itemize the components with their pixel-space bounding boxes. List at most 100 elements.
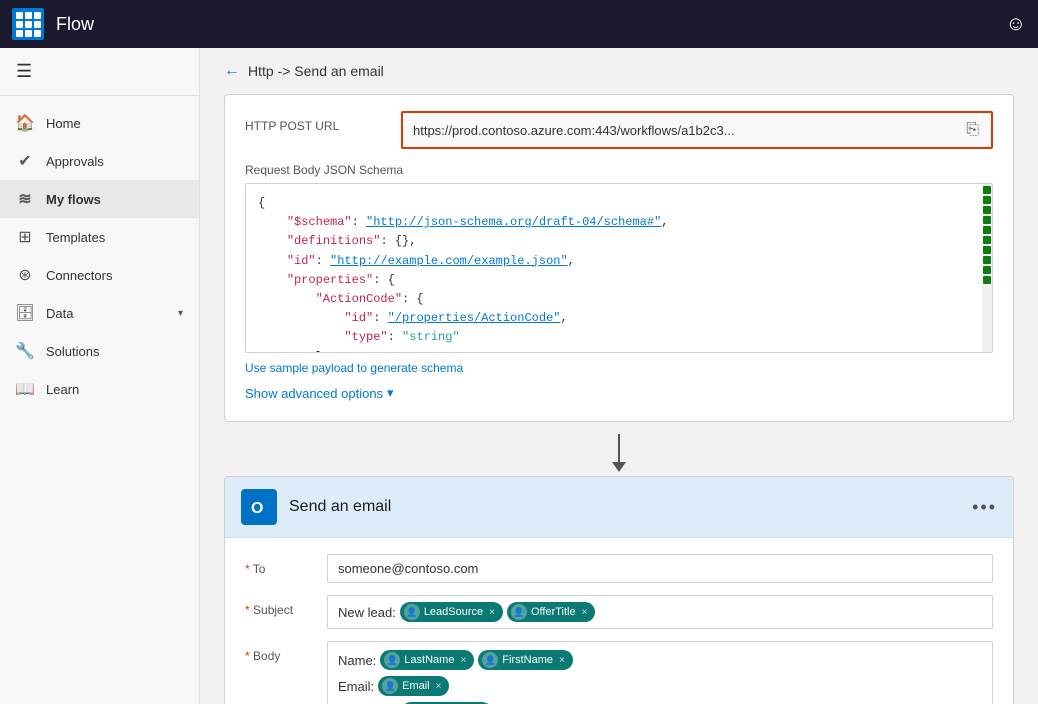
home-icon: 🏠 [16, 114, 34, 132]
connectors-icon: ⊛ [16, 266, 34, 284]
sidebar-label-solutions: Solutions [46, 344, 99, 359]
breadcrumb: Http -> Send an email [248, 63, 384, 79]
json-line-6: "ActionCode": { [258, 290, 966, 309]
feedback-icon[interactable]: ☺ [1006, 13, 1026, 36]
firstname-tag-label: FirstName [502, 654, 553, 666]
subject-field-row: * Subject New lead: 👤 LeadSource × 👤 [245, 595, 993, 629]
email-remove-button[interactable]: × [436, 681, 442, 692]
offertitle-tag-label: OfferTitle [531, 606, 576, 618]
top-nav: Flow ☺ [0, 0, 1038, 48]
to-required-marker: * [245, 562, 253, 576]
email-action-card: O Send an email ••• * To [224, 476, 1014, 704]
sidebar-item-my-flows[interactable]: ≋ My flows [0, 180, 199, 218]
main-content: ← Http -> Send an email HTTP POST URL ht… [200, 48, 1038, 704]
email-more-button[interactable]: ••• [972, 497, 997, 518]
sidebar-item-data[interactable]: 🗄 Data ▾ [0, 294, 199, 332]
json-line-1: { [258, 194, 966, 213]
body-label: * Body [245, 641, 315, 663]
json-content: { "$schema": "http://json-schema.org/dra… [258, 194, 980, 353]
http-chevron-down-icon: ▾ [387, 385, 394, 401]
copy-url-button[interactable]: ⎘ [964, 119, 981, 141]
url-box: https://prod.contoso.azure.com:443/workf… [401, 111, 993, 149]
lastname-tag-label: LastName [404, 654, 454, 666]
leadsource-tag-icon: 👤 [404, 604, 420, 620]
to-input[interactable] [327, 554, 993, 583]
body-tag-email: 👤 Email × [378, 676, 449, 696]
subject-tag-leadsource: 👤 LeadSource × [400, 602, 503, 622]
sidebar-label-data: Data [46, 306, 73, 321]
sidebar-item-learn[interactable]: 📖 Learn [0, 370, 199, 408]
http-show-advanced[interactable]: Show advanced options ▾ [245, 385, 993, 401]
to-field-row: * To [245, 554, 993, 583]
sidebar-item-solutions[interactable]: 🔧 Solutions [0, 332, 199, 370]
lastname-tag-icon: 👤 [384, 652, 400, 668]
waffle-icon [16, 12, 41, 37]
body-tag-lastname: 👤 LastName × [380, 650, 474, 670]
approvals-icon: ✔ [16, 152, 34, 170]
breadcrumb-bar: ← Http -> Send an email [200, 48, 1038, 94]
learn-icon: 📖 [16, 380, 34, 398]
data-icon: 🗄 [16, 304, 34, 322]
email-tag-icon: 👤 [382, 678, 398, 694]
templates-icon: ⊞ [16, 228, 34, 246]
my-flows-icon: ≋ [16, 190, 34, 208]
leadsource-remove-button[interactable]: × [489, 607, 495, 618]
sidebar-item-templates[interactable]: ⊞ Templates [0, 218, 199, 256]
json-line-8: "type": "string" [258, 328, 966, 347]
http-show-advanced-label: Show advanced options [245, 386, 383, 401]
json-line-3: "definitions": {}, [258, 232, 966, 251]
body-name-prefix: Name: [338, 653, 376, 668]
subject-input[interactable]: New lead: 👤 LeadSource × 👤 OfferTitle × [327, 595, 993, 629]
lastname-remove-button[interactable]: × [460, 655, 466, 666]
arrow-down-icon [618, 434, 620, 464]
sidebar-item-approvals[interactable]: ✔ Approvals [0, 142, 199, 180]
body-label-text: Body [253, 649, 280, 663]
sidebar-item-home[interactable]: 🏠 Home [0, 104, 199, 142]
body-email-prefix: Email: [338, 679, 374, 694]
body-field-row: * Body Name: 👤 LastName × [245, 641, 993, 704]
hamburger-button[interactable]: ☰ [16, 61, 32, 82]
subject-required-marker: * [245, 603, 253, 617]
http-trigger-card: HTTP POST URL https://prod.contoso.azure… [224, 94, 1014, 422]
sidebar-header: ☰ [0, 48, 199, 96]
sample-payload-link[interactable]: Use sample payload to generate schema [245, 361, 993, 375]
email-card-header: O Send an email ••• [225, 477, 1013, 538]
email-card-title: Send an email [289, 498, 960, 516]
svg-text:O: O [251, 500, 263, 517]
canvas: HTTP POST URL https://prod.contoso.azure… [200, 94, 1038, 704]
json-line-7: "id": "/properties/ActionCode", [258, 309, 966, 328]
sidebar-label-templates: Templates [46, 230, 105, 245]
back-button[interactable]: ← [224, 62, 240, 80]
solutions-icon: 🔧 [16, 342, 34, 360]
firstname-tag-icon: 👤 [482, 652, 498, 668]
outlook-icon: O [241, 489, 277, 525]
data-chevron-icon: ▾ [178, 308, 183, 319]
sidebar-label-home: Home [46, 116, 81, 131]
sidebar-nav: 🏠 Home ✔ Approvals ≋ My flows ⊞ Template… [0, 96, 199, 416]
main-layout: ☰ 🏠 Home ✔ Approvals ≋ My flows ⊞ Templa… [0, 48, 1038, 704]
offertitle-remove-button[interactable]: × [582, 607, 588, 618]
sidebar-label-learn: Learn [46, 382, 79, 397]
url-field-value: https://prod.contoso.azure.com:443/workf… [401, 111, 993, 149]
json-line-4: "id": "http://example.com/example.json", [258, 252, 966, 271]
sidebar-label-connectors: Connectors [46, 268, 112, 283]
url-text: https://prod.contoso.azure.com:443/workf… [413, 123, 956, 138]
json-scrollbar[interactable] [982, 184, 992, 352]
subject-label-text: Subject [253, 603, 293, 617]
leadsource-tag-label: LeadSource [424, 606, 483, 618]
subject-prefix: New lead: [338, 605, 396, 620]
firstname-remove-button[interactable]: × [559, 655, 565, 666]
url-field-label: HTTP POST URL [245, 111, 385, 133]
json-line-9: }, [258, 348, 966, 354]
json-editor[interactable]: { "$schema": "http://json-schema.org/dra… [245, 183, 993, 353]
body-input[interactable]: Name: 👤 LastName × 👤 FirstName × [327, 641, 993, 704]
waffle-menu[interactable] [12, 8, 44, 40]
email-card-body: * To * Subject New lead: 👤 [225, 538, 1013, 704]
subject-label: * Subject [245, 595, 315, 617]
url-field-row: HTTP POST URL https://prod.contoso.azure… [245, 111, 993, 149]
body-required-marker: * [245, 649, 253, 663]
json-line-5: "properties": { [258, 271, 966, 290]
sidebar-item-connectors[interactable]: ⊛ Connectors [0, 256, 199, 294]
body-line-name: Name: 👤 LastName × 👤 FirstName × [338, 650, 982, 670]
schema-label: Request Body JSON Schema [245, 163, 993, 177]
